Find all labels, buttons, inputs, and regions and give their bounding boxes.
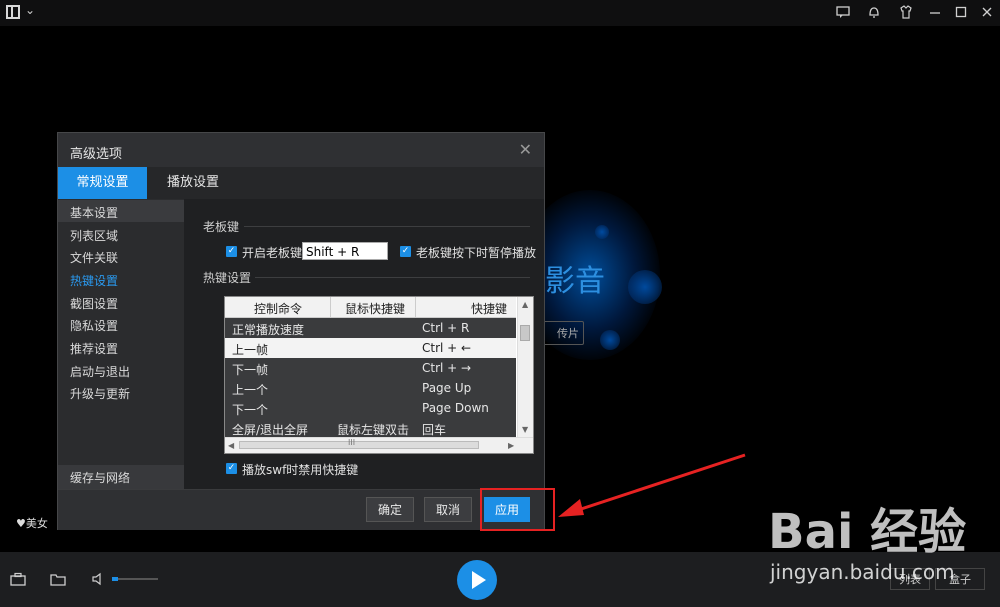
horizontal-scrollbar[interactable]: ◀ III ▶: [225, 437, 533, 453]
minimize-icon[interactable]: [928, 5, 942, 19]
cell-hotkey: Ctrl + →: [422, 361, 472, 375]
sidebar-item-recommend[interactable]: 推荐设置: [70, 340, 118, 357]
beauty-link[interactable]: ♥美女: [16, 515, 48, 531]
settings-sidebar: 基本设置 列表区域 文件关联 热键设置 截图设置 隐私设置 推荐设置 启动与退出…: [58, 199, 184, 489]
table-row[interactable]: 上一个 Page Up: [225, 378, 516, 398]
table-row[interactable]: 正常播放速度 Ctrl + R: [225, 318, 516, 338]
decor-bubble: [600, 330, 620, 350]
beauty-label: 美女: [25, 517, 48, 530]
table-header: 控制命令 鼠标快捷键 快捷键: [225, 297, 516, 318]
sidebar-item-upgrade[interactable]: 升级与更新: [70, 385, 130, 402]
tab-general-settings[interactable]: 常规设置: [58, 167, 147, 199]
cell-command: 正常播放速度: [232, 323, 305, 337]
vertical-scroll-thumb[interactable]: [520, 325, 530, 341]
vertical-scrollbar[interactable]: ▲ ▼: [517, 297, 533, 437]
column-separator: [415, 297, 416, 317]
sidebar-item-basic[interactable]: 基本设置: [70, 204, 118, 221]
dialog-title: 高级选项: [70, 147, 123, 162]
column-separator: [330, 297, 331, 317]
section-divider: [244, 226, 530, 227]
column-header-command[interactable]: 控制命令: [254, 300, 302, 317]
cell-hotkey: Ctrl + R: [422, 321, 470, 335]
boss-key-section-title: 老板键: [203, 220, 240, 234]
volume-slider[interactable]: [112, 578, 158, 580]
pause-on-boss-key-checkbox[interactable]: ✓: [400, 246, 411, 257]
sidebar-item-screenshot[interactable]: 截图设置: [70, 295, 118, 312]
sidebar-item-list-area[interactable]: 列表区域: [70, 227, 118, 244]
scroll-right-icon[interactable]: ▶: [508, 441, 514, 450]
disable-hotkey-swf-label: 播放swf时禁用快捷键: [242, 463, 359, 477]
brand-logo-text: 影音: [545, 264, 605, 299]
table-row[interactable]: 上一帧 Ctrl + ←: [225, 338, 516, 358]
annotation-box: [480, 488, 555, 531]
cell-hotkey: Page Down: [422, 401, 489, 415]
sidebar-item-cache-network[interactable]: 缓存与网络: [70, 469, 130, 486]
notification-icon[interactable]: [867, 5, 881, 19]
table-row[interactable]: 全屏/退出全屏 鼠标左键双击 回车: [225, 418, 516, 438]
watermark-logo: Bai 经验: [768, 504, 967, 560]
hotkey-section-title: 热键设置: [203, 271, 252, 285]
enable-boss-key-label: 开启老板键: [242, 246, 303, 260]
cell-command: 上一帧: [232, 343, 269, 357]
sidebar-item-file-association[interactable]: 文件关联: [70, 249, 118, 266]
title-bar: ⌄: [0, 0, 1000, 26]
table-row[interactable]: 下一个 Page Down: [225, 398, 516, 418]
dialog-tabs: 常规设置 播放设置: [58, 167, 544, 199]
section-divider: [255, 277, 530, 278]
scroll-grip-icon: III: [348, 438, 356, 447]
upload-button[interactable]: 传片: [540, 321, 584, 345]
toolbox-icon[interactable]: [10, 572, 26, 590]
sidebar-item-privacy[interactable]: 隐私设置: [70, 317, 118, 334]
volume-level: [112, 577, 118, 581]
close-icon[interactable]: [980, 5, 994, 19]
heart-icon: ♥: [16, 517, 26, 530]
cell-command: 下一帧: [232, 363, 269, 377]
upload-label: 传片: [557, 327, 579, 340]
watermark-url: jingyan.baidu.com: [770, 560, 955, 584]
hotkey-table: 控制命令 鼠标快捷键 快捷键 正常播放速度 Ctrl + R 上一帧 Ctrl …: [224, 296, 534, 454]
boss-key-input[interactable]: Shift + R: [302, 242, 388, 260]
volume-icon[interactable]: [91, 572, 107, 590]
skin-icon[interactable]: [899, 5, 913, 19]
sidebar-item-startup-exit[interactable]: 启动与退出: [70, 363, 130, 380]
column-header-hotkey[interactable]: 快捷键: [471, 300, 507, 317]
cell-command: 下一个: [232, 403, 269, 417]
horizontal-scroll-thumb[interactable]: III: [239, 438, 479, 449]
app-menu-icon[interactable]: [6, 5, 20, 19]
ok-button[interactable]: 确定: [366, 497, 414, 522]
maximize-icon[interactable]: [954, 5, 968, 19]
cell-command: 上一个: [232, 383, 269, 397]
message-icon[interactable]: [836, 5, 850, 19]
sidebar-item-hotkeys[interactable]: 热键设置: [70, 272, 118, 289]
scroll-left-icon[interactable]: ◀: [228, 441, 234, 450]
table-row[interactable]: 下一帧 Ctrl + →: [225, 358, 516, 378]
cancel-button[interactable]: 取消: [424, 497, 472, 522]
table-body: 正常播放速度 Ctrl + R 上一帧 Ctrl + ← 下一帧 Ctrl + …: [225, 318, 516, 438]
cell-mouse: 鼠标左键双击: [337, 423, 410, 437]
tab-playback-settings[interactable]: 播放设置: [153, 167, 233, 199]
cell-hotkey: Ctrl + ←: [422, 341, 472, 355]
open-folder-icon[interactable]: [50, 572, 66, 590]
cell-command: 全屏/退出全屏: [232, 423, 309, 437]
decor-bubble: [595, 225, 609, 239]
disable-hotkey-swf-checkbox[interactable]: ✓: [226, 463, 237, 474]
pause-on-boss-key-label: 老板键按下时暂停播放: [416, 246, 537, 260]
dialog-close-icon[interactable]: ✕: [519, 140, 532, 159]
decor-bubble: [628, 270, 662, 304]
cell-hotkey: Page Up: [422, 381, 472, 395]
scroll-up-icon[interactable]: ▲: [522, 300, 528, 309]
scroll-down-icon[interactable]: ▼: [522, 425, 528, 434]
play-button[interactable]: [457, 560, 497, 600]
column-header-mouse[interactable]: 鼠标快捷键: [345, 300, 405, 317]
chevron-down-icon[interactable]: ⌄: [25, 3, 35, 17]
cell-hotkey: 回车: [422, 423, 447, 437]
enable-boss-key-checkbox[interactable]: ✓: [226, 246, 237, 257]
